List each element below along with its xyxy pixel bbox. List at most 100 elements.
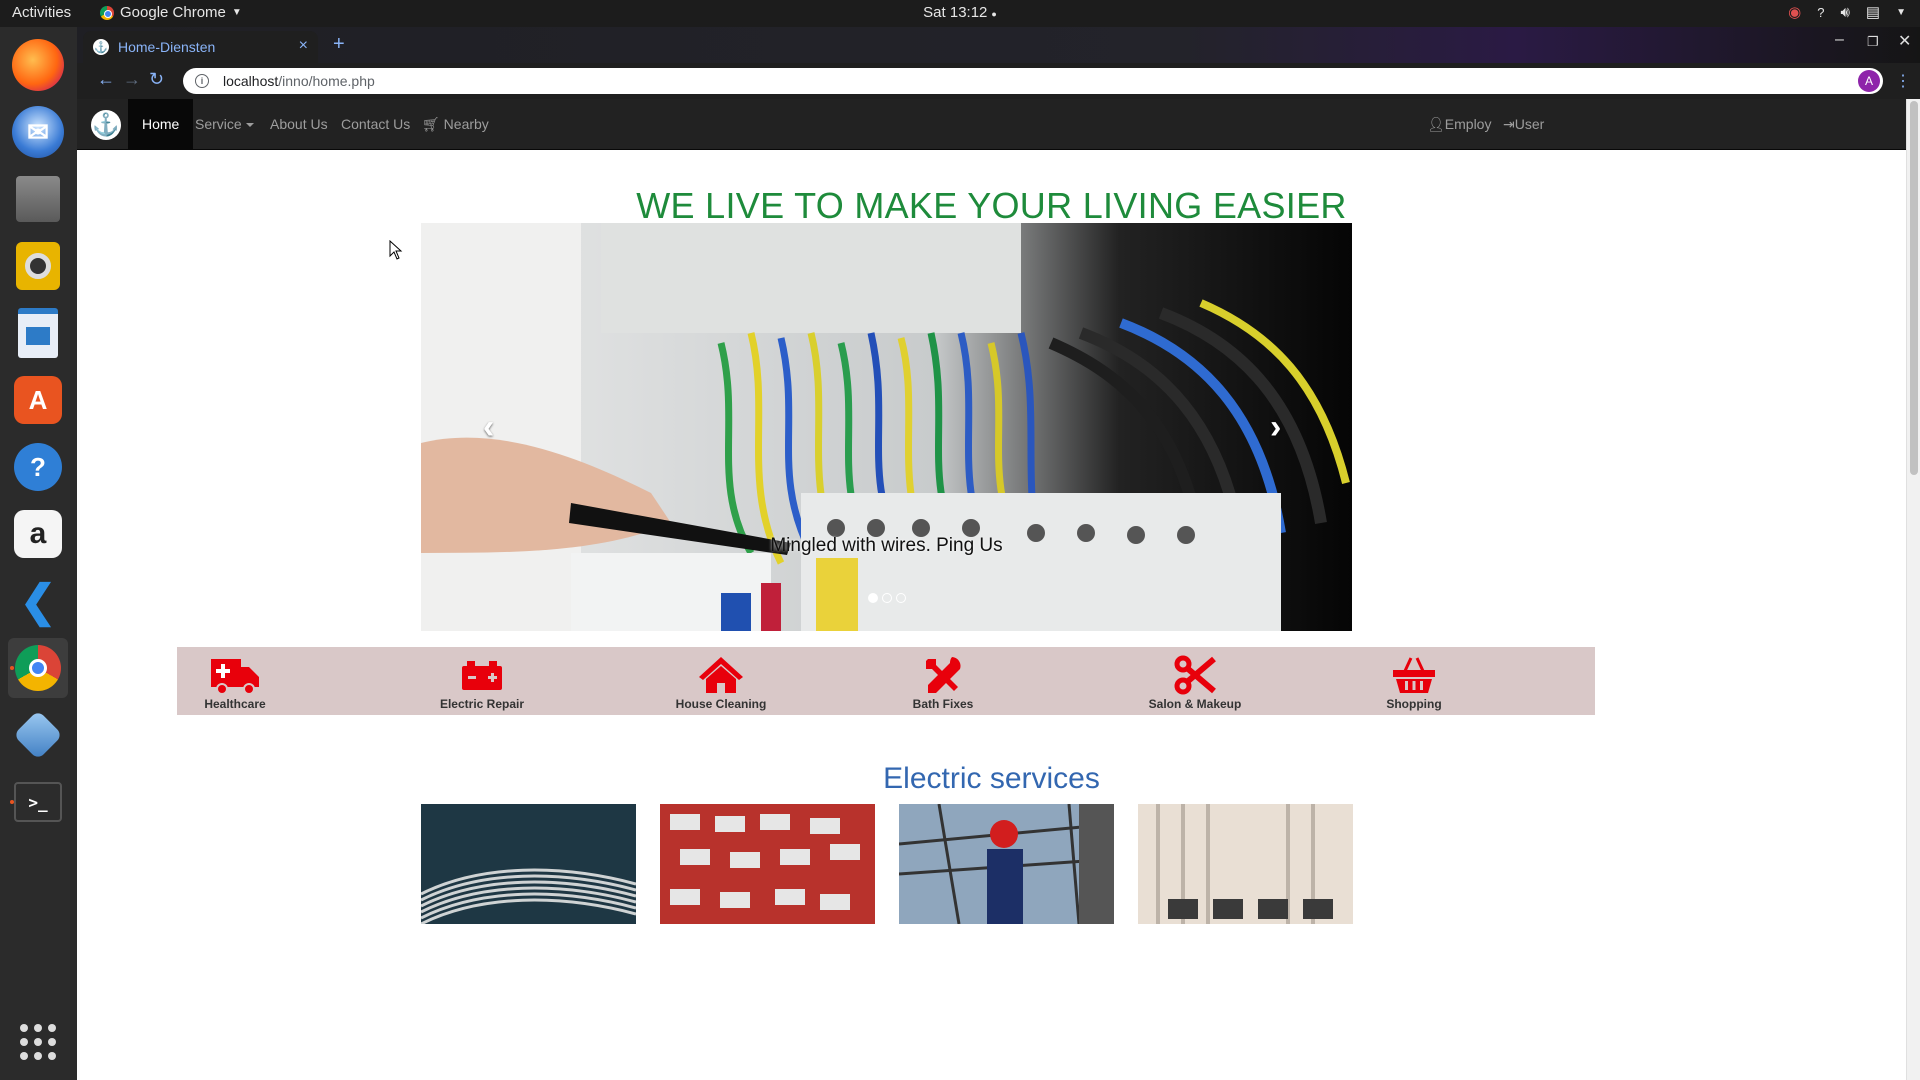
service-label: Healthcare bbox=[204, 697, 266, 711]
restore-icon[interactable]: ❐ bbox=[1867, 34, 1879, 50]
minimize-icon[interactable]: – bbox=[1835, 31, 1844, 49]
new-tab-button[interactable]: + bbox=[333, 33, 345, 56]
page-viewport: ⚓ Home Service About Us Contact Us 🛒︎ Ne… bbox=[77, 99, 1920, 1080]
close-tab-icon[interactable]: × bbox=[299, 37, 308, 55]
help-icon[interactable]: ? bbox=[1817, 5, 1824, 20]
mouse-cursor-icon bbox=[389, 240, 403, 260]
software-store-icon: A bbox=[14, 376, 62, 424]
url-host: localhost bbox=[223, 73, 279, 89]
carousel-indicators bbox=[868, 593, 906, 603]
dock-impress[interactable] bbox=[8, 303, 68, 363]
cable-bundle-image bbox=[421, 804, 636, 924]
back-button[interactable]: ← bbox=[97, 69, 115, 90]
address-bar[interactable]: i localhost/inno/home.php ☆ bbox=[183, 68, 1883, 94]
impress-icon bbox=[18, 308, 58, 358]
dock-terminal[interactable]: >_ bbox=[8, 772, 68, 832]
section-title: Electric services bbox=[883, 762, 1100, 795]
forward-button[interactable]: → bbox=[123, 69, 141, 90]
lineman-image bbox=[899, 804, 1114, 924]
camera-icon[interactable]: ◉ bbox=[1788, 3, 1801, 21]
service-label: House Cleaning bbox=[675, 697, 767, 711]
reload-button[interactable]: ↻ bbox=[149, 69, 164, 90]
service-electric-repair[interactable]: Electric Repair bbox=[402, 655, 562, 711]
amazon-icon: a bbox=[14, 510, 62, 558]
battery-icon bbox=[462, 661, 502, 690]
home-icon bbox=[699, 657, 743, 693]
page-headline: WE LIVE TO MAKE YOUR LIVING EASIER bbox=[636, 185, 1347, 226]
dock-amazon[interactable]: a bbox=[8, 504, 68, 564]
ambulance-icon bbox=[211, 659, 259, 695]
clipboard-icon[interactable]: ▤ bbox=[1866, 3, 1880, 21]
services-bar: Healthcare Electric Repair House Cleanin… bbox=[177, 647, 1595, 715]
system-menu-arrow-icon[interactable]: ▼ bbox=[1896, 7, 1906, 18]
site-info-icon[interactable]: i bbox=[195, 74, 209, 88]
electric-service-image[interactable] bbox=[899, 804, 1114, 924]
dock-thunderbird[interactable]: ✉ bbox=[8, 102, 68, 162]
clock[interactable]: Sat 13:12 bbox=[923, 4, 987, 21]
login-icon: ⇥ bbox=[1503, 116, 1515, 132]
scrollbar-thumb[interactable] bbox=[1910, 101, 1918, 475]
page-scrollbar[interactable] bbox=[1906, 99, 1920, 1080]
url-path: /inno/home.php bbox=[278, 73, 375, 89]
dock-firefox[interactable] bbox=[8, 35, 68, 95]
volume-icon[interactable]: 🔊︎ bbox=[1840, 4, 1849, 21]
carousel-caption: Mingled with wires. Ping Us bbox=[770, 535, 1003, 556]
nav-service-label: Service bbox=[195, 116, 242, 132]
close-window-icon[interactable]: ✕ bbox=[1898, 31, 1911, 51]
caret-down-icon bbox=[245, 123, 254, 128]
electric-service-image[interactable] bbox=[660, 804, 875, 924]
running-indicator-icon bbox=[10, 666, 14, 670]
tab-title: Home-Diensten bbox=[118, 39, 216, 55]
anchor-logo-icon[interactable]: ⚓ bbox=[91, 110, 121, 140]
dock-rhythmbox[interactable] bbox=[8, 236, 68, 296]
service-bath-fixes[interactable]: Bath Fixes bbox=[863, 655, 1023, 711]
browser-toolbar: ← → ↻ i localhost/inno/home.php ☆ A ⋮ bbox=[77, 63, 1920, 99]
scissors-icon bbox=[1174, 655, 1216, 695]
app-menu[interactable]: Google Chrome ▼ bbox=[100, 4, 242, 21]
running-indicator-icon bbox=[10, 800, 14, 804]
dock-chrome[interactable] bbox=[8, 638, 68, 698]
nav-user-label: User bbox=[1514, 116, 1545, 132]
service-salon-makeup[interactable]: Salon & Makeup bbox=[1115, 655, 1275, 711]
browser-window: ⚓ Home-Diensten × + – ❐ ✕ ← → ↻ i localh… bbox=[77, 27, 1920, 1080]
carousel-indicator[interactable] bbox=[896, 593, 906, 603]
files-icon bbox=[16, 176, 60, 222]
app-menu-label: Google Chrome bbox=[120, 4, 226, 21]
wrench-screwdriver-icon bbox=[926, 657, 961, 693]
browser-menu-icon[interactable]: ⋮ bbox=[1895, 71, 1911, 91]
meter-panel-image bbox=[1138, 804, 1353, 924]
nav-service[interactable]: Service bbox=[181, 99, 268, 150]
electric-service-image[interactable] bbox=[421, 804, 636, 924]
cart-icon: 🛒︎ bbox=[422, 116, 444, 132]
thunderbird-icon: ✉ bbox=[12, 106, 64, 158]
firefox-icon bbox=[12, 39, 64, 91]
nav-user[interactable]: ⇥User bbox=[1489, 99, 1558, 150]
carousel-indicator[interactable] bbox=[868, 593, 878, 603]
dock-help[interactable]: ? bbox=[8, 437, 68, 497]
dock-software[interactable]: A bbox=[8, 370, 68, 430]
dropdown-arrow-icon: ▼ bbox=[231, 7, 242, 18]
carousel-next-icon[interactable]: › bbox=[1270, 408, 1281, 447]
anchor-favicon-icon: ⚓ bbox=[93, 39, 109, 55]
user-icon: 👤︎ bbox=[1427, 116, 1445, 132]
tab-home-diensten[interactable]: ⚓ Home-Diensten × bbox=[83, 31, 318, 63]
activities-button[interactable]: Activities bbox=[12, 4, 71, 21]
dock-files[interactable] bbox=[8, 169, 68, 229]
vscode-icon: ❮ bbox=[19, 576, 57, 626]
dock-virtualbox[interactable] bbox=[8, 705, 68, 765]
carousel-prev-icon[interactable]: ‹ bbox=[483, 408, 494, 447]
nav-nearby[interactable]: 🛒︎ Nearby bbox=[408, 99, 503, 150]
dock-vscode[interactable]: ❮ bbox=[8, 571, 68, 631]
chrome-icon bbox=[100, 5, 114, 20]
service-house-cleaning[interactable]: House Cleaning bbox=[641, 655, 801, 711]
show-applications-button[interactable] bbox=[8, 1012, 68, 1072]
service-healthcare[interactable]: Healthcare bbox=[155, 655, 315, 711]
electric-service-image[interactable] bbox=[1138, 804, 1353, 924]
notification-dot-icon: ● bbox=[991, 9, 997, 19]
carousel-indicator[interactable] bbox=[882, 593, 892, 603]
hero-carousel: ‹ › Mingled with wires. Ping Us bbox=[421, 223, 1352, 631]
virtualbox-icon bbox=[13, 710, 63, 760]
carousel-slide-image bbox=[421, 223, 1352, 631]
service-shopping[interactable]: Shopping bbox=[1334, 655, 1494, 711]
profile-avatar[interactable]: A bbox=[1858, 70, 1880, 92]
